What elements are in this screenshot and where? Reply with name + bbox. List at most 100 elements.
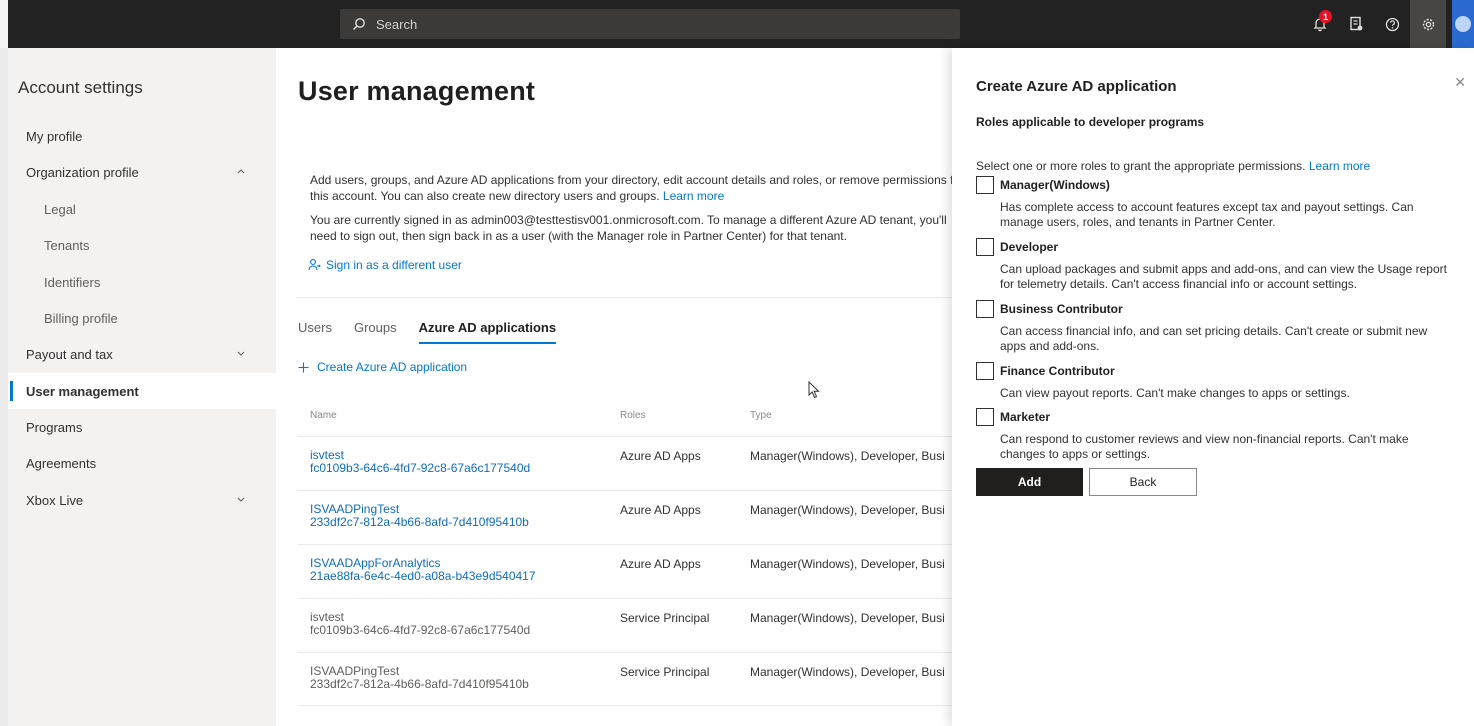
- role-label: Manager(Windows): [1000, 178, 1110, 192]
- row-name[interactable]: ISVAADPingTest 233df2c7-812a-4b66-8afd-7d…: [310, 503, 529, 529]
- role-description: Has complete access to account features …: [1000, 200, 1414, 229]
- tab-bar: Users Groups Azure AD applications: [298, 320, 557, 344]
- plus-icon: [298, 362, 309, 372]
- main-content: User management Add users, groups, and A…: [276, 48, 952, 726]
- close-icon[interactable]: ✕: [1454, 74, 1466, 91]
- back-button[interactable]: Back: [1089, 468, 1197, 496]
- notifications-button[interactable]: 1: [1302, 0, 1338, 48]
- info-text-1-body: Add users, groups, and Azure AD applicat…: [310, 173, 952, 203]
- nav-label: Tenants: [44, 237, 90, 253]
- account-avatar[interactable]: [1452, 0, 1474, 48]
- search-placeholder: Search: [376, 16, 418, 32]
- nav-item-organization-profile[interactable]: Organization profile: [8, 154, 276, 190]
- column-header-name[interactable]: Name: [310, 410, 337, 421]
- chevron-down-icon: [237, 497, 245, 502]
- help-button[interactable]: [1374, 0, 1410, 48]
- add-button[interactable]: Add: [976, 468, 1083, 496]
- role-label: Finance Contributor: [1000, 364, 1115, 378]
- create-azure-ad-application-panel: Create Azure AD application ✕ Roles appl…: [952, 48, 1474, 726]
- nav-item-agreements[interactable]: Agreements: [8, 445, 276, 481]
- column-header-roles[interactable]: Roles: [620, 410, 646, 421]
- tab-azure-ad-applications[interactable]: Azure AD applications: [418, 320, 557, 344]
- tab-groups[interactable]: Groups: [354, 320, 397, 344]
- table-row[interactable]: ISVAADPingTest 233df2c7-812a-4b66-8afd-7d…: [298, 652, 952, 706]
- role-label: Marketer: [1000, 410, 1051, 424]
- nav-title: Account settings: [18, 78, 143, 97]
- top-bar: Search 1: [0, 0, 1474, 48]
- column-header-type[interactable]: Type: [750, 410, 772, 421]
- row-role: Azure AD Apps: [620, 449, 701, 463]
- sign-in-different-user-link[interactable]: Sign in as a different user: [308, 258, 462, 272]
- role-business-contributor: Business Contributor Can access financia…: [976, 300, 1456, 354]
- nav-label: Identifiers: [44, 274, 101, 290]
- table-row[interactable]: ISVAADPingTest 233df2c7-812a-4b66-8afd-7d…: [298, 490, 952, 544]
- role-marketer: Marketer Can respond to customer reviews…: [976, 408, 1456, 462]
- role-description: Can respond to customer reviews and view…: [1000, 432, 1409, 461]
- window-edge: [0, 0, 8, 48]
- document-icon: [1350, 16, 1363, 31]
- learn-more-link[interactable]: Learn more: [663, 189, 724, 203]
- notification-badge: 1: [1319, 10, 1332, 23]
- row-type: Manager(Windows), Developer, Busi: [750, 503, 945, 517]
- panel-intro: Select one or more roles to grant the ap…: [976, 159, 1370, 173]
- panel-title: Create Azure AD application: [976, 78, 1177, 95]
- role-checkbox[interactable]: [976, 362, 994, 380]
- nav-item-billing-profile[interactable]: Billing profile: [8, 300, 276, 336]
- create-azure-ad-application-button[interactable]: Create Azure AD application: [298, 360, 467, 374]
- nav-item-programs[interactable]: Programs: [8, 409, 276, 445]
- panel-subtitle: Roles applicable to developer programs: [976, 115, 1205, 129]
- help-icon: [1385, 17, 1399, 31]
- info-text-2: You are currently signed in as admin003@…: [310, 213, 947, 243]
- info-box: Add users, groups, and Azure AD applicat…: [296, 158, 952, 298]
- sign-in-label: Sign in as a different user: [326, 258, 462, 272]
- gear-icon: [1422, 18, 1434, 30]
- nav-item-legal[interactable]: Legal: [8, 191, 276, 227]
- row-name[interactable]: ISVAADAppForAnalytics 21ae88fa-6e4c-4ed0-…: [310, 557, 536, 583]
- role-checkbox[interactable]: [976, 408, 994, 426]
- info-text-1: Add users, groups, and Azure AD applicat…: [310, 172, 952, 204]
- nav-item-payout-and-tax[interactable]: Payout and tax: [8, 336, 276, 372]
- app-id: fc0109b3-64c6-4fd7-92c8-67a6c177540d: [310, 461, 531, 475]
- search-box[interactable]: Search: [340, 9, 960, 39]
- nav-label: Legal: [44, 201, 76, 217]
- table-header: Name Roles Type: [298, 408, 952, 436]
- row-role: Service Principal: [620, 611, 710, 625]
- table-row[interactable]: isvtest fc0109b3-64c6-4fd7-92c8-67a6c1775…: [298, 598, 952, 652]
- role-description: Can access financial info, and can set p…: [1000, 324, 1428, 353]
- row-name: ISVAADPingTest 233df2c7-812a-4b66-8afd-7d…: [310, 665, 529, 691]
- row-name[interactable]: isvtest fc0109b3-64c6-4fd7-92c8-67a6c1775…: [310, 449, 530, 475]
- row-name: isvtest fc0109b3-64c6-4fd7-92c8-67a6c1775…: [310, 611, 530, 637]
- nav-item-tenants[interactable]: Tenants: [8, 227, 276, 263]
- row-role: Service Principal: [620, 665, 710, 679]
- table-row[interactable]: isvtest fc0109b3-64c6-4fd7-92c8-67a6c1775…: [298, 436, 952, 490]
- avatar-icon: [1455, 16, 1471, 32]
- settings-button[interactable]: [1410, 0, 1446, 48]
- search-icon: [353, 18, 365, 30]
- nav-item-xbox-live[interactable]: Xbox Live: [8, 482, 276, 518]
- panel-learn-more-link[interactable]: Learn more: [1309, 159, 1370, 173]
- nav-label: Organization profile: [26, 164, 139, 180]
- role-label: Developer: [1000, 240, 1059, 254]
- role-checkbox[interactable]: [976, 300, 994, 318]
- create-link-label: Create Azure AD application: [317, 360, 468, 374]
- app-id: 21ae88fa-6e4c-4ed0-a08a-b43e9d540417: [310, 569, 536, 583]
- role-description: Can upload packages and submit apps and …: [1000, 262, 1447, 291]
- role-checkbox[interactable]: [976, 176, 994, 194]
- app-id: 233df2c7-812a-4b66-8afd-7d410f95410b: [310, 515, 529, 529]
- nav-item-identifiers[interactable]: Identifiers: [8, 264, 276, 300]
- nav-item-user-management[interactable]: User management: [8, 373, 276, 409]
- table-row[interactable]: ISVAADAppForAnalytics 21ae88fa-6e4c-4ed0-…: [298, 544, 952, 598]
- role-finance-contributor: Finance Contributor Can view payout repo…: [976, 362, 1456, 401]
- feedback-button[interactable]: [1338, 0, 1374, 48]
- row-type: Manager(Windows), Developer, Busi: [750, 665, 945, 679]
- chevron-down-icon: [237, 351, 245, 356]
- left-nav: Account settings My profile Organization…: [0, 48, 276, 726]
- row-type: Manager(Windows), Developer, Busi: [750, 611, 945, 625]
- tab-users[interactable]: Users: [298, 320, 332, 344]
- nav-label: My profile: [26, 128, 83, 144]
- row-role: Azure AD Apps: [620, 557, 701, 571]
- app-id: 233df2c7-812a-4b66-8afd-7d410f95410b: [310, 677, 529, 691]
- nav-item-my-profile[interactable]: My profile: [8, 118, 276, 154]
- role-checkbox[interactable]: [976, 238, 994, 256]
- row-role: Azure AD Apps: [620, 503, 701, 517]
